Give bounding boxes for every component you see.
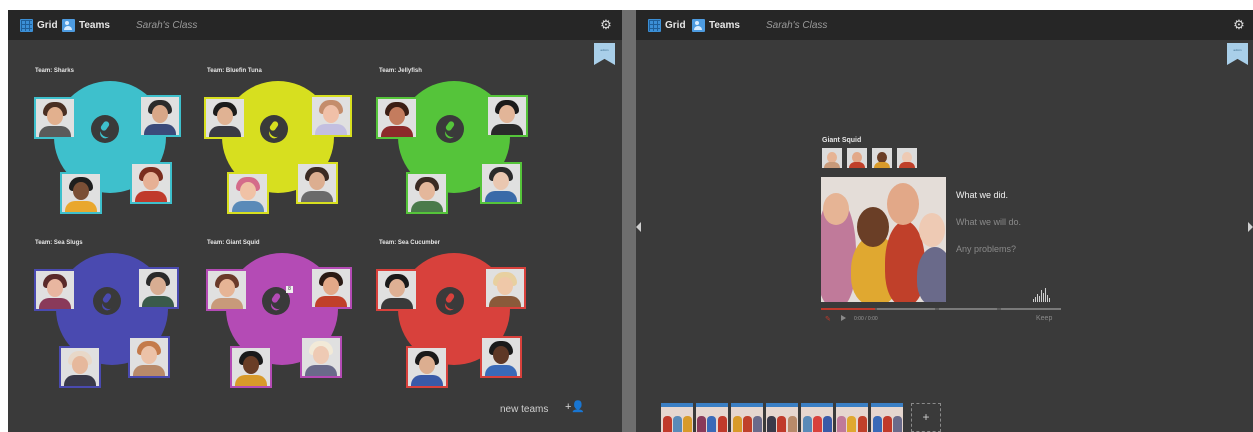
team-name: Team: Jellyfish	[379, 68, 422, 74]
class-name: Sarah's Class	[136, 19, 198, 31]
member-avatar[interactable]	[300, 336, 342, 378]
time-display: 0:00 / 0:00	[854, 316, 878, 322]
team-photo	[821, 177, 946, 302]
member-avatar[interactable]	[130, 162, 172, 204]
team-name: Team: Bluefin Tuna	[207, 68, 262, 74]
gear-icon[interactable]: ⚙	[599, 18, 613, 32]
teams-icon	[62, 18, 75, 32]
recording-thumbnail[interactable]	[836, 403, 868, 432]
microphone-icon[interactable]	[436, 287, 464, 315]
recording-thumbnail[interactable]	[801, 403, 833, 432]
play-icon[interactable]	[841, 315, 846, 321]
keep-button[interactable]: Keep	[1036, 315, 1052, 322]
record-icon[interactable]: ✎	[825, 315, 831, 323]
teams-tab[interactable]: Teams	[692, 10, 740, 40]
question-what-we-did[interactable]: What we did.	[956, 190, 1008, 200]
recording-thumbnails: +	[661, 403, 941, 432]
member-avatar[interactable]	[486, 95, 528, 137]
member-thumbnail[interactable]	[847, 148, 867, 168]
member-thumbnail[interactable]	[897, 148, 917, 168]
grid-tab-label: Grid	[665, 19, 686, 31]
member-thumbnail[interactable]	[822, 148, 842, 168]
admin-bookmark[interactable]: admin	[1227, 43, 1248, 65]
top-bar: Grid Teams Sarah's Class ⚙	[8, 10, 622, 40]
grid-tab-label: Grid	[37, 19, 58, 31]
team-name: Team: Giant Squid	[207, 240, 260, 246]
panel-divider[interactable]	[622, 10, 636, 432]
member-avatar[interactable]	[128, 336, 170, 378]
member-avatar[interactable]	[34, 269, 76, 311]
progress-fill	[821, 308, 875, 310]
team-jellyfish: Team: Jellyfish	[376, 68, 536, 228]
member-avatar[interactable]	[60, 172, 102, 214]
team-title: Giant Squid	[822, 137, 862, 144]
grid-tab[interactable]: Grid	[20, 10, 58, 40]
member-avatar[interactable]	[206, 269, 248, 311]
add-recording-button[interactable]: +	[911, 403, 941, 432]
new-teams-button[interactable]: new teams	[500, 404, 548, 415]
recording-thumbnail[interactable]	[696, 403, 728, 432]
admin-bookmark-label: admin	[1233, 48, 1242, 52]
member-avatar[interactable]	[137, 267, 179, 309]
member-avatar[interactable]	[376, 269, 418, 311]
team-sea-cucumber: Team: Sea Cucumber	[376, 240, 536, 400]
admin-bookmark[interactable]: admin	[594, 43, 615, 65]
add-person-button[interactable]: +👤	[565, 400, 585, 413]
recording-thumbnail[interactable]	[871, 403, 903, 432]
member-avatar[interactable]	[406, 346, 448, 388]
microphone-icon[interactable]	[93, 287, 121, 315]
member-avatar[interactable]	[204, 97, 246, 139]
team-sea-slugs: Team: Sea Slugs	[32, 240, 192, 400]
teams-tab[interactable]: Teams	[62, 10, 110, 40]
team-giant-squid: Team: Giant Squid 8	[204, 240, 364, 400]
top-bar: Grid Teams Sarah's Class ⚙	[636, 10, 1253, 40]
member-avatar[interactable]	[296, 162, 338, 204]
teams-tab-label: Teams	[709, 19, 740, 31]
microphone-icon[interactable]	[436, 115, 464, 143]
question-what-we-will-do[interactable]: What we will do.	[956, 217, 1021, 227]
admin-bookmark-label: admin	[600, 48, 609, 52]
member-avatar[interactable]	[34, 97, 76, 139]
member-avatar[interactable]	[484, 267, 526, 309]
recording-count-badge: 8	[286, 286, 293, 293]
microphone-icon[interactable]	[260, 115, 288, 143]
team-sharks: Team: Sharks	[32, 68, 192, 228]
member-avatar[interactable]	[406, 172, 448, 214]
member-avatar[interactable]	[59, 346, 101, 388]
grid-icon	[648, 18, 661, 32]
recording-thumbnail[interactable]	[731, 403, 763, 432]
member-avatar[interactable]	[480, 336, 522, 378]
member-thumbnail[interactable]	[872, 148, 892, 168]
team-name: Team: Sharks	[35, 68, 74, 74]
next-arrow-icon[interactable]	[1248, 222, 1253, 232]
grid-icon	[20, 18, 33, 32]
member-avatar[interactable]	[310, 267, 352, 309]
member-avatar[interactable]	[480, 162, 522, 204]
member-avatar[interactable]	[376, 97, 418, 139]
question-any-problems[interactable]: Any problems?	[956, 244, 1016, 254]
recording-progress-bar[interactable]	[821, 308, 1061, 310]
audio-level-meter	[1033, 288, 1050, 302]
member-avatar[interactable]	[230, 346, 272, 388]
recording-thumbnail[interactable]	[766, 403, 798, 432]
microphone-icon[interactable]	[91, 115, 119, 143]
team-bluefin-tuna: Team: Bluefin Tuna	[204, 68, 364, 228]
team-detail-panel: Grid Teams Sarah's Class ⚙ admin Giant S…	[636, 10, 1253, 432]
grid-tab[interactable]: Grid	[648, 10, 686, 40]
member-avatar[interactable]	[310, 95, 352, 137]
class-name: Sarah's Class	[766, 19, 828, 31]
team-name: Team: Sea Slugs	[35, 240, 83, 246]
previous-arrow-icon[interactable]	[636, 222, 641, 232]
team-name: Team: Sea Cucumber	[379, 240, 440, 246]
grid-view-panel: Grid Teams Sarah's Class ⚙ admin Team: S…	[8, 10, 622, 432]
teams-icon	[692, 18, 705, 32]
member-avatar[interactable]	[227, 172, 269, 214]
member-avatar[interactable]	[139, 95, 181, 137]
recording-thumbnail[interactable]	[661, 403, 693, 432]
gear-icon[interactable]: ⚙	[1232, 18, 1246, 32]
teams-tab-label: Teams	[79, 19, 110, 31]
